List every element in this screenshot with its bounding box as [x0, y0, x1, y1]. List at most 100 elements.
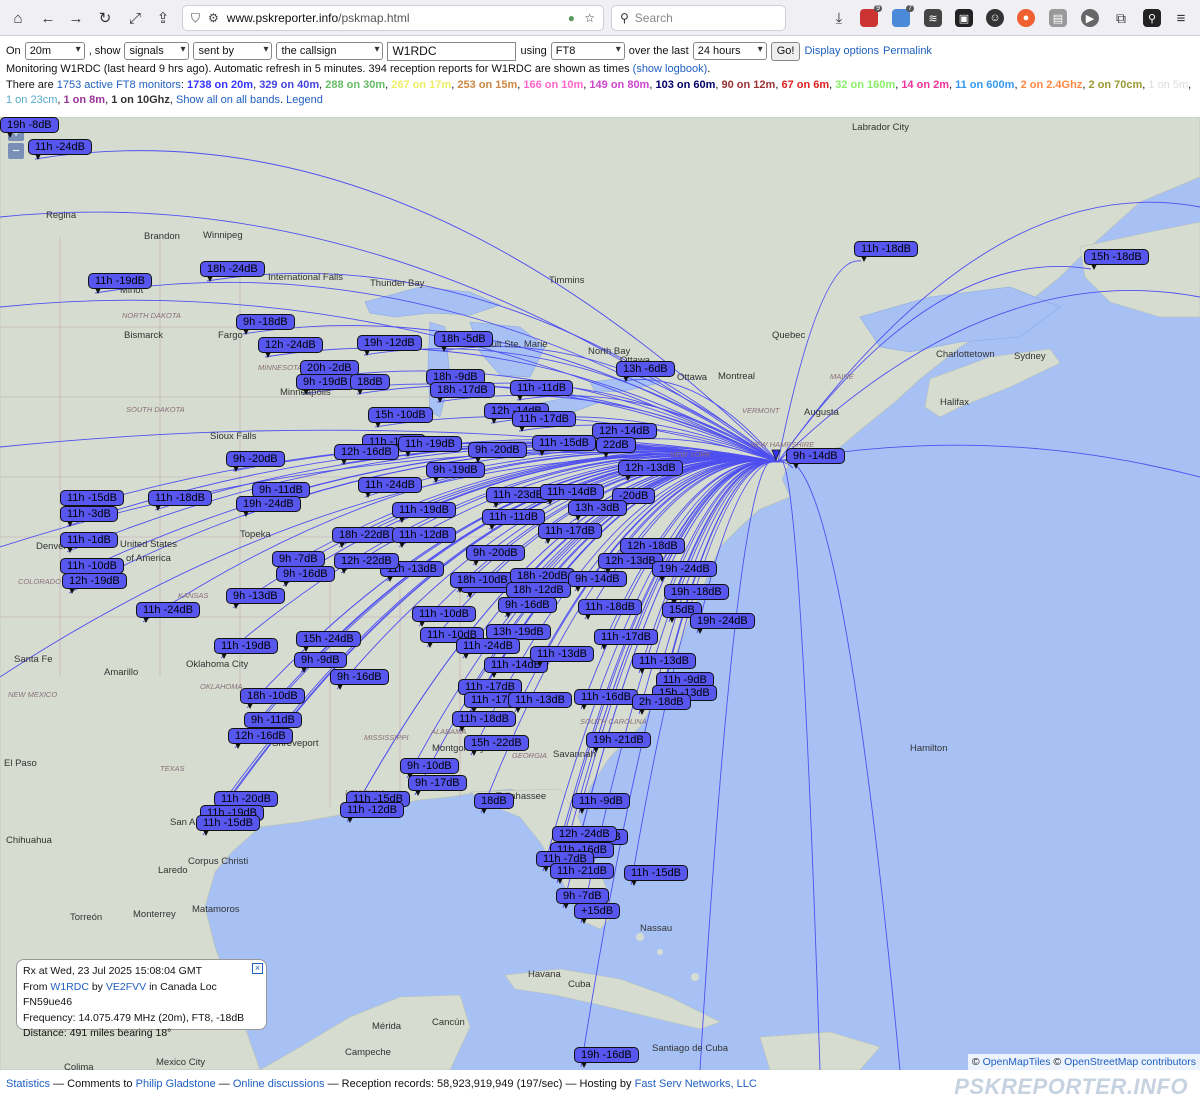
- spot-label[interactable]: 19h -12dB: [357, 335, 422, 356]
- spot-label[interactable]: 18h -5dB: [434, 331, 493, 352]
- spot-label[interactable]: 19h -24dB: [236, 496, 301, 517]
- spot-label[interactable]: 11h -15dB: [60, 490, 124, 511]
- active-monitors-link[interactable]: 1753 active FT8 monitors: [57, 79, 181, 91]
- spot-label[interactable]: 19h -16dB: [574, 1047, 639, 1068]
- spot-label[interactable]: 9h -20dB: [468, 442, 527, 463]
- spot-label[interactable]: 18h -10dB: [240, 688, 305, 709]
- spot-label[interactable]: 11h -10dB: [60, 558, 124, 579]
- address-bar[interactable]: ⛉ ⚙ www.pskreporter.info/pskmap.html ● ☆: [182, 5, 604, 31]
- extension-orange-icon[interactable]: ●: [1017, 9, 1035, 27]
- spot-label[interactable]: 12h -24dB: [258, 337, 323, 358]
- spot-label[interactable]: 11h -18dB: [148, 490, 212, 511]
- spot-label[interactable]: 15h -18dB: [1084, 249, 1149, 270]
- spot-label[interactable]: 13h -6dB: [616, 361, 675, 382]
- spot-label[interactable]: 11h -17dB: [512, 411, 576, 432]
- display-options-link[interactable]: Display options: [804, 45, 879, 57]
- spot-label[interactable]: 11h -12dB: [392, 527, 456, 548]
- spot-label[interactable]: 11h -17dB: [538, 523, 602, 544]
- spot-label[interactable]: 18h -17dB: [430, 382, 495, 403]
- save-to-pocket-icon[interactable]: ⇪: [151, 6, 175, 30]
- show-select[interactable]: signals: [124, 42, 190, 60]
- direction-select[interactable]: sent by: [193, 42, 273, 60]
- target-select[interactable]: the callsign: [276, 42, 384, 60]
- extension-red-icon[interactable]: 9: [860, 5, 882, 27]
- spot-label[interactable]: 9h -11dB: [244, 712, 302, 733]
- extensions-puzzle-icon[interactable]: ⧉: [1112, 9, 1130, 27]
- spot-label[interactable]: 9h -14dB: [786, 448, 845, 469]
- spot-label[interactable]: 12h -18dB: [620, 538, 685, 559]
- legend-link[interactable]: Legend: [286, 94, 323, 106]
- spot-label[interactable]: 15h -10dB: [368, 407, 433, 428]
- spot-label[interactable]: 22dB: [596, 437, 636, 458]
- spot-label[interactable]: 9h -10dB: [400, 758, 459, 779]
- spot-label[interactable]: 18h -12dB: [506, 582, 571, 603]
- spot-label[interactable]: 11h -19dB: [214, 638, 278, 659]
- spot-label[interactable]: 15h -22dB: [464, 735, 529, 756]
- spot-label[interactable]: 9h -20dB: [466, 545, 525, 566]
- spot-label[interactable]: 13h -3dB: [568, 500, 627, 521]
- spot-label[interactable]: 18dB: [474, 793, 514, 814]
- spot-label[interactable]: 11h -3dB: [60, 506, 118, 527]
- spot-label[interactable]: 11h -11dB: [510, 380, 574, 401]
- spot-label[interactable]: 15h -24dB: [296, 631, 361, 652]
- spot-label[interactable]: 9h -19dB: [296, 374, 355, 395]
- period-select[interactable]: 24 hours: [692, 42, 767, 60]
- play-icon[interactable]: ▶: [1081, 9, 1099, 27]
- spot-label[interactable]: 12h -19dB: [62, 573, 127, 594]
- spot-label[interactable]: 9h -13dB: [226, 588, 285, 609]
- spot-label[interactable]: 11h -24dB: [358, 477, 422, 498]
- spot-label[interactable]: 11h -18dB: [452, 711, 516, 732]
- spot-label[interactable]: 12h -16dB: [334, 444, 399, 465]
- home-icon[interactable]: ⌂: [6, 6, 30, 30]
- download-icon[interactable]: ⤓: [830, 9, 848, 27]
- online-discussions-link[interactable]: Online discussions: [233, 1078, 325, 1090]
- back-icon[interactable]: ←: [36, 6, 60, 30]
- spot-label[interactable]: 9h -20dB: [226, 451, 285, 472]
- account-icon[interactable]: ☺: [986, 9, 1004, 27]
- spot-label[interactable]: 18dB: [350, 374, 390, 395]
- show-all-bands-link[interactable]: Show all on all bands: [176, 94, 280, 106]
- spot-label[interactable]: 11h -18dB: [578, 599, 642, 620]
- hosting-link[interactable]: Fast Serv Networks, LLC: [635, 1078, 757, 1090]
- spot-label[interactable]: 19h -21dB: [586, 732, 651, 753]
- spot-label[interactable]: 9h -14dB: [568, 571, 627, 592]
- spot-label[interactable]: 19h -18dB: [664, 584, 729, 605]
- spot-label[interactable]: 11h -24dB: [28, 139, 92, 160]
- spot-label[interactable]: 9h -7dB: [556, 888, 609, 909]
- spot-label[interactable]: 9h -18dB: [236, 314, 295, 335]
- spot-label[interactable]: 12h -16dB: [228, 728, 293, 749]
- spot-label[interactable]: +15dB: [574, 903, 621, 924]
- spot-label[interactable]: 9h -16dB: [498, 597, 557, 618]
- extension-dark-icon[interactable]: ≋: [924, 9, 942, 27]
- by-call-link[interactable]: VE2FVV: [106, 981, 146, 993]
- spot-label[interactable]: 11h -12dB: [340, 802, 404, 823]
- spot-label[interactable]: 11h -9dB: [572, 793, 630, 814]
- spot-label[interactable]: 19h -8dB: [0, 117, 59, 138]
- spot-label[interactable]: 11h -21dB: [550, 863, 614, 884]
- spot-label[interactable]: 9h -16dB: [330, 669, 389, 690]
- search-box[interactable]: ⚲ Search: [611, 5, 786, 31]
- spot-label[interactable]: 9h -9dB: [294, 652, 347, 673]
- spot-label[interactable]: 18h -24dB: [200, 261, 265, 282]
- spot-label[interactable]: 11h -24dB: [456, 638, 520, 659]
- spot-label[interactable]: 9h -7dB: [272, 551, 325, 572]
- spot-label[interactable]: 12h -13dB: [618, 460, 683, 481]
- spot-label[interactable]: 2h -18dB: [632, 694, 691, 715]
- spot-label[interactable]: 11h -10dB: [412, 606, 476, 627]
- spot-label[interactable]: 19h -24dB: [652, 561, 717, 582]
- spot-label[interactable]: 11h -24dB: [136, 602, 200, 623]
- spot-label[interactable]: 11h -19dB: [398, 436, 462, 457]
- go-button[interactable]: Go!: [770, 41, 801, 61]
- spot-label[interactable]: 11h -17dB: [594, 629, 658, 650]
- show-logbook-link[interactable]: (show logbook): [633, 63, 708, 75]
- spot-label[interactable]: 11h -18dB: [854, 241, 918, 262]
- callsign-input[interactable]: W1RDC: [387, 41, 517, 61]
- extension-grey-icon[interactable]: ▤: [1049, 9, 1067, 27]
- author-link[interactable]: Philip Gladstone: [136, 1078, 216, 1090]
- spot-label[interactable]: 18h -22dB: [332, 527, 397, 548]
- spot-label[interactable]: 11h -15dB: [532, 435, 596, 456]
- screen-icon[interactable]: ▣: [955, 9, 973, 27]
- close-icon[interactable]: ×: [252, 963, 263, 974]
- spot-label[interactable]: 19h -24dB: [690, 613, 755, 634]
- forward-icon[interactable]: →: [64, 6, 88, 30]
